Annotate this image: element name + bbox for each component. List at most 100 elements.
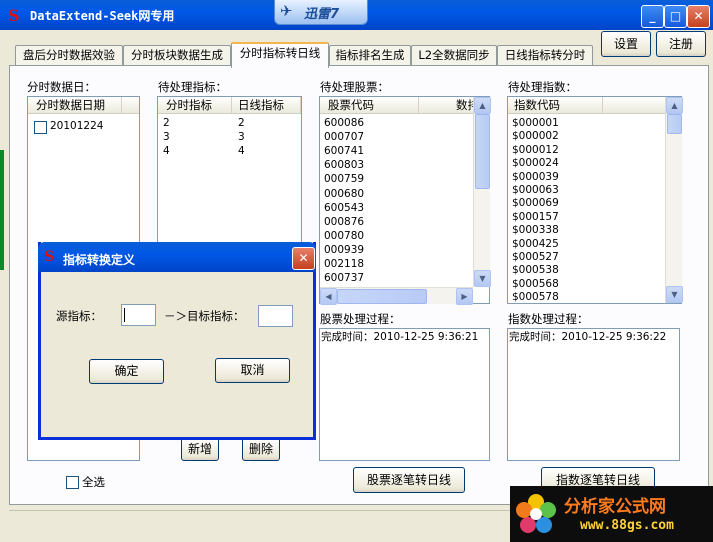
indicator-list[interactable]: 分时指标 日线指标 2 2 3 3 4 4 xyxy=(157,96,302,258)
source-indicator-label: 源指标： xyxy=(56,309,102,323)
stock-row[interactable]: 600543 xyxy=(324,202,364,215)
stock-list-header: 股票代码 数排 xyxy=(320,97,473,114)
dialog-ok-button[interactable]: 确定 xyxy=(89,359,164,384)
index-list-label: 待处理指数： xyxy=(508,80,577,94)
window-title: DataExtend-Seek网专用 xyxy=(30,9,175,23)
index-list-header: 指数代码 xyxy=(508,97,665,114)
watermark-logo: 分析家公式网 www.88gs.com xyxy=(510,486,713,542)
indicator-row-daily[interactable]: 4 xyxy=(238,145,245,158)
maximize-button[interactable]: □ xyxy=(664,5,687,28)
index-row[interactable]: $000069 xyxy=(512,197,559,210)
bird-icon: ✈ xyxy=(280,2,293,20)
tab-minute-to-daily[interactable]: 分时指标转日线 xyxy=(231,42,329,68)
daily-indicator-column-header[interactable]: 日线指标 xyxy=(232,97,301,113)
index-row[interactable]: $000024 xyxy=(512,157,559,170)
watermark-url: www.88gs.com xyxy=(580,518,674,533)
stock-convert-button[interactable]: 股票逐笔转日线 xyxy=(353,467,465,493)
dialog-title: 指标转换定义 xyxy=(63,253,136,267)
tab-l2-sync[interactable]: L2全数据同步 xyxy=(411,45,497,66)
index-row[interactable]: $000538 xyxy=(512,264,559,277)
stock-row[interactable]: 000939 xyxy=(324,244,364,257)
tab-minute-data-verify[interactable]: 盘后分时数据效验 xyxy=(15,45,123,66)
tab-indicator-rank[interactable]: 指标排名生成 xyxy=(329,45,411,66)
indicator-row-daily[interactable]: 2 xyxy=(238,117,245,130)
index-row[interactable]: $000568 xyxy=(512,278,559,291)
scroll-thumb[interactable] xyxy=(475,114,490,189)
target-indicator-label: －＞目标指标： xyxy=(164,309,245,323)
stock-row[interactable]: 600737 xyxy=(324,272,364,285)
desktop-edge xyxy=(0,150,4,270)
stock-row[interactable]: 000780 xyxy=(324,230,364,243)
stock-row[interactable]: 000759 xyxy=(324,173,364,186)
add-indicator-button[interactable]: 新增 xyxy=(181,437,219,461)
stock-list[interactable]: 股票代码 数排 600086000707600741600803000759 00… xyxy=(319,96,491,305)
stock-row[interactable]: 002118 xyxy=(324,258,364,271)
text-cursor xyxy=(124,308,125,322)
stock-vertical-scrollbar[interactable]: ▲ ▼ xyxy=(473,97,491,287)
indicator-list-label: 待处理指标： xyxy=(158,80,227,94)
scroll-left-icon[interactable]: ◀ xyxy=(320,288,337,305)
source-indicator-input[interactable] xyxy=(121,304,156,326)
tab-minute-sector-generate[interactable]: 分时板块数据生成 xyxy=(123,45,231,66)
index-list[interactable]: 指数代码 $000001 $000002 $000012 $000024 $000039… xyxy=(507,96,683,304)
index-row[interactable]: $000012 xyxy=(512,144,559,157)
indicator-row-daily[interactable]: 3 xyxy=(238,131,245,144)
minimize-button[interactable]: _ xyxy=(641,5,664,28)
index-row[interactable]: $000157 xyxy=(512,211,559,224)
index-row[interactable]: $000527 xyxy=(512,251,559,264)
scroll-right-icon[interactable]: ▶ xyxy=(456,288,473,305)
date-column-header[interactable]: 分时数据日期 xyxy=(28,97,122,113)
target-indicator-input[interactable] xyxy=(258,305,293,327)
app-logo-icon: S xyxy=(8,6,20,25)
dialog-cancel-button[interactable]: 取消 xyxy=(215,358,290,383)
scroll-thumb[interactable] xyxy=(667,114,682,134)
date-row[interactable]: 20101224 xyxy=(50,120,103,133)
stock-row[interactable]: 000707 xyxy=(324,131,364,144)
select-all-checkbox[interactable] xyxy=(66,476,79,489)
scroll-up-icon[interactable]: ▲ xyxy=(666,97,683,114)
date-checkbox[interactable] xyxy=(34,121,47,134)
index-row[interactable]: $000578 xyxy=(512,291,559,303)
index-row[interactable]: $000002 xyxy=(512,130,559,143)
delete-indicator-button[interactable]: 删除 xyxy=(242,437,280,461)
stock-row[interactable]: 600803 xyxy=(324,159,364,172)
dialog-close-button[interactable]: ✕ xyxy=(292,247,315,270)
tab-daily-to-minute[interactable]: 日线指标转分时 xyxy=(497,45,593,66)
indicator-row-minute[interactable]: 2 xyxy=(163,117,170,130)
watermark-title: 分析家公式网 xyxy=(564,497,666,517)
scroll-down-icon[interactable]: ▼ xyxy=(474,270,491,287)
index-process-text: 完成时间：2010-12-25 9:36:22 xyxy=(509,331,667,343)
stock-row[interactable]: 000876 xyxy=(324,216,364,229)
xunlei-label: 迅雷7 xyxy=(304,7,340,22)
index-row[interactable]: $000001 xyxy=(512,117,559,130)
index-row[interactable]: $000039 xyxy=(512,171,559,184)
date-list-header: 分时数据日期 xyxy=(28,97,139,114)
scroll-down-icon[interactable]: ▼ xyxy=(666,286,683,303)
index-row[interactable]: $000063 xyxy=(512,184,559,197)
index-vertical-scrollbar[interactable]: ▲ ▼ xyxy=(665,97,683,303)
index-process-label: 指数处理过程： xyxy=(508,312,589,326)
scroll-up-icon[interactable]: ▲ xyxy=(474,97,491,114)
index-row[interactable]: $000425 xyxy=(512,238,559,251)
minute-indicator-column-header[interactable]: 分时指标 xyxy=(158,97,232,113)
indicator-row-minute[interactable]: 4 xyxy=(163,145,170,158)
indicator-list-header: 分时指标 日线指标 xyxy=(158,97,301,114)
stock-code-column-header[interactable]: 股票代码 xyxy=(320,97,419,113)
stock-row[interactable]: 600086 xyxy=(324,117,364,130)
indicator-row-minute[interactable]: 3 xyxy=(163,131,170,144)
register-button[interactable]: 注册 xyxy=(656,31,706,57)
stock-process-log: 完成时间：2010-12-25 9:36:21 xyxy=(319,328,490,461)
settings-button[interactable]: 设置 xyxy=(601,31,651,57)
close-button[interactable]: ✕ xyxy=(687,5,710,28)
horizontal-scroll-thumb[interactable] xyxy=(337,289,427,304)
stock-row[interactable]: 000680 xyxy=(324,188,364,201)
stock-process-text: 完成时间：2010-12-25 9:36:21 xyxy=(321,331,479,343)
stock-row[interactable]: 600741 xyxy=(324,145,364,158)
index-process-log: 完成时间：2010-12-25 9:36:22 xyxy=(507,328,680,461)
stock-horizontal-scrollbar[interactable]: ◀ ▶ xyxy=(320,287,473,305)
stock-count-column-header[interactable]: 数排 xyxy=(419,97,473,113)
select-all-label: 全选 xyxy=(82,475,105,489)
index-code-column-header[interactable]: 指数代码 xyxy=(508,97,603,113)
index-row[interactable]: $000338 xyxy=(512,224,559,237)
flower-logo-icon xyxy=(514,492,558,536)
